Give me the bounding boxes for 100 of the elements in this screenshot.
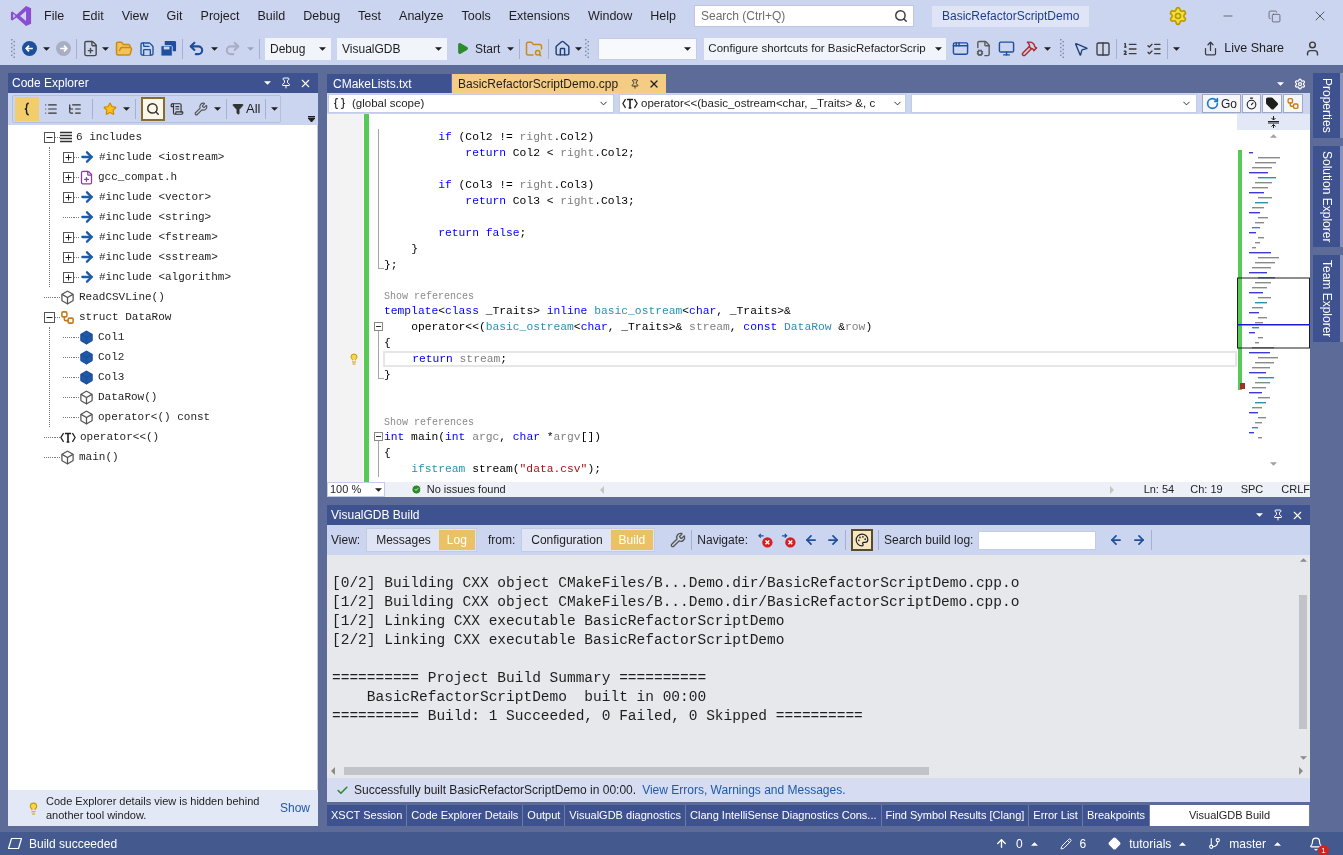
tree-item[interactable]: operator<() const: [98, 408, 211, 426]
side-tab[interactable]: Properties: [1313, 73, 1343, 138]
unpushed-count[interactable]: 0: [1015, 834, 1023, 853]
hammer-icon[interactable]: [1021, 40, 1039, 57]
scroll-down-icon[interactable]: [1299, 756, 1307, 760]
pin-icon[interactable]: [1272, 509, 1284, 521]
collapse-icon[interactable]: [44, 131, 55, 143]
collapse-icon[interactable]: [373, 322, 383, 331]
caret-icon[interactable]: [264, 81, 271, 85]
caret-icon[interactable]: [374, 487, 382, 492]
menu-item[interactable]: Window: [587, 6, 633, 26]
error-arrow-icon[interactable]: [781, 532, 796, 548]
scroll-up-icon[interactable]: [1299, 558, 1307, 562]
tree-item[interactable]: ReadCSVLine(): [79, 288, 165, 306]
tree-item[interactable]: #include <string>: [99, 208, 212, 226]
caret-icon[interactable]: [211, 46, 218, 51]
restore-icon[interactable]: [1267, 9, 1281, 23]
side-tab[interactable]: Solution Explorer: [1313, 145, 1343, 248]
menu-item[interactable]: Tools: [461, 6, 491, 26]
stopwatch-icon[interactable]: [1242, 94, 1261, 113]
search-icon[interactable]: [894, 9, 908, 23]
monitor-icon[interactable]: [998, 40, 1016, 57]
numbered-list-icon[interactable]: [1122, 40, 1139, 57]
tool-window-tab[interactable]: Output: [523, 805, 566, 826]
expand-icon[interactable]: [63, 151, 74, 163]
window-icon[interactable]: [952, 40, 970, 57]
caret-icon[interactable]: [1173, 46, 1181, 51]
tool-window-tab[interactable]: VisualGDB Build: [1150, 805, 1310, 826]
tool-window-tab[interactable]: Find Symbol Results [Clang]: [881, 805, 1030, 826]
caret-icon[interactable]: [684, 46, 692, 51]
line-ending[interactable]: CRLF: [1281, 481, 1310, 498]
arrow-up-icon[interactable]: [994, 837, 1008, 850]
tree-item[interactable]: gcc_compat.h: [98, 168, 178, 186]
caret-icon[interactable]: [435, 46, 442, 51]
scroll-right-icon[interactable]: [1299, 766, 1303, 775]
code-lens-link[interactable]: Show references: [384, 288, 474, 304]
tree-item[interactable]: #include <vector>: [99, 188, 212, 206]
tree-item[interactable]: Col2: [98, 348, 125, 366]
menu-item[interactable]: Debug: [303, 6, 341, 26]
code-lens-link[interactable]: Show references: [384, 414, 474, 430]
expand-icon[interactable]: [63, 231, 74, 243]
go-button[interactable]: Go: [1202, 94, 1241, 113]
start-button[interactable]: Start: [453, 37, 504, 60]
back-icon[interactable]: [22, 41, 37, 56]
grip-icon[interactable]: [1060, 39, 1065, 58]
repository-name[interactable]: tutorials: [1129, 834, 1172, 853]
toggle-button[interactable]: Messages: [368, 530, 439, 550]
issues-status[interactable]: No issues found: [426, 481, 506, 498]
grip-icon[interactable]: [11, 39, 15, 58]
indentation-mode[interactable]: SPC: [1240, 481, 1264, 498]
save-all-icon[interactable]: [160, 40, 177, 57]
platform-dropdown[interactable]: VisualGDB: [337, 37, 447, 60]
overflow-icon[interactable]: [308, 116, 315, 122]
caret-icon[interactable]: [319, 46, 326, 51]
caret-icon[interactable]: [271, 107, 279, 111]
diamond-icon[interactable]: [1108, 837, 1122, 850]
save-icon[interactable]: [139, 40, 155, 57]
wrench-icon[interactable]: [670, 532, 687, 548]
menu-item[interactable]: Test: [358, 6, 382, 26]
split-icon[interactable]: [1268, 116, 1279, 128]
caret-icon[interactable]: [1256, 513, 1263, 517]
menu-item[interactable]: Extensions: [508, 6, 570, 26]
branch-icon[interactable]: [1208, 837, 1222, 850]
columns-icon[interactable]: [1095, 40, 1112, 57]
person-icon[interactable]: [1304, 40, 1321, 57]
tree-item[interactable]: Col1: [98, 328, 125, 346]
expand-icon[interactable]: [63, 191, 74, 203]
tree-item[interactable]: struct DataRow: [79, 308, 172, 326]
tree-item[interactable]: #include <fstream>: [99, 228, 218, 246]
brace-icon[interactable]: [15, 97, 39, 121]
file-gear-icon[interactable]: [975, 40, 993, 57]
tool-window-tab[interactable]: Error List: [1029, 805, 1083, 826]
menu-item[interactable]: File: [44, 6, 65, 26]
view-errors-link[interactable]: View Errors, Warnings and Messages.: [642, 781, 846, 799]
menu-item[interactable]: Analyze: [399, 6, 444, 26]
collapse-icon[interactable]: [44, 311, 55, 323]
scrollbar-thumb[interactable]: [344, 766, 929, 775]
member-dropdown[interactable]: operator<<(basic_ostream<char, _Traits> &, c: [619, 94, 906, 113]
pin-icon[interactable]: [280, 77, 292, 89]
tree-item[interactable]: #include <algorithm>: [99, 268, 232, 286]
collapse-icon[interactable]: [373, 432, 383, 441]
dropdown-field[interactable]: [911, 94, 1197, 113]
palette-icon[interactable]: [851, 529, 873, 551]
side-tab[interactable]: Team Explorer: [1313, 255, 1343, 343]
undo-icon[interactable]: [188, 40, 205, 57]
toggle-button[interactable]: Configuration: [523, 530, 611, 550]
error-arrow-icon[interactable]: [758, 532, 773, 548]
vertical-scrollbar[interactable]: [1296, 555, 1310, 763]
caret-icon[interactable]: [214, 107, 221, 111]
tree-item[interactable]: DataRow(): [98, 388, 158, 406]
tool-window-tab[interactable]: Clang IntelliSense Diagnostics Cons...: [686, 805, 882, 826]
tree-item[interactable]: main(): [79, 448, 119, 466]
menu-item[interactable]: View: [121, 6, 149, 26]
tool-window-tab[interactable]: VisualGDB diagnostics: [565, 805, 687, 826]
expand-icon[interactable]: [63, 171, 74, 183]
home-icon[interactable]: [554, 40, 572, 57]
tree-item[interactable]: #include <iostream>: [99, 148, 225, 166]
menu-item[interactable]: Project: [200, 6, 240, 26]
tree-item[interactable]: Col3: [98, 368, 125, 386]
tree-item[interactable]: #include <sstream>: [99, 248, 218, 266]
